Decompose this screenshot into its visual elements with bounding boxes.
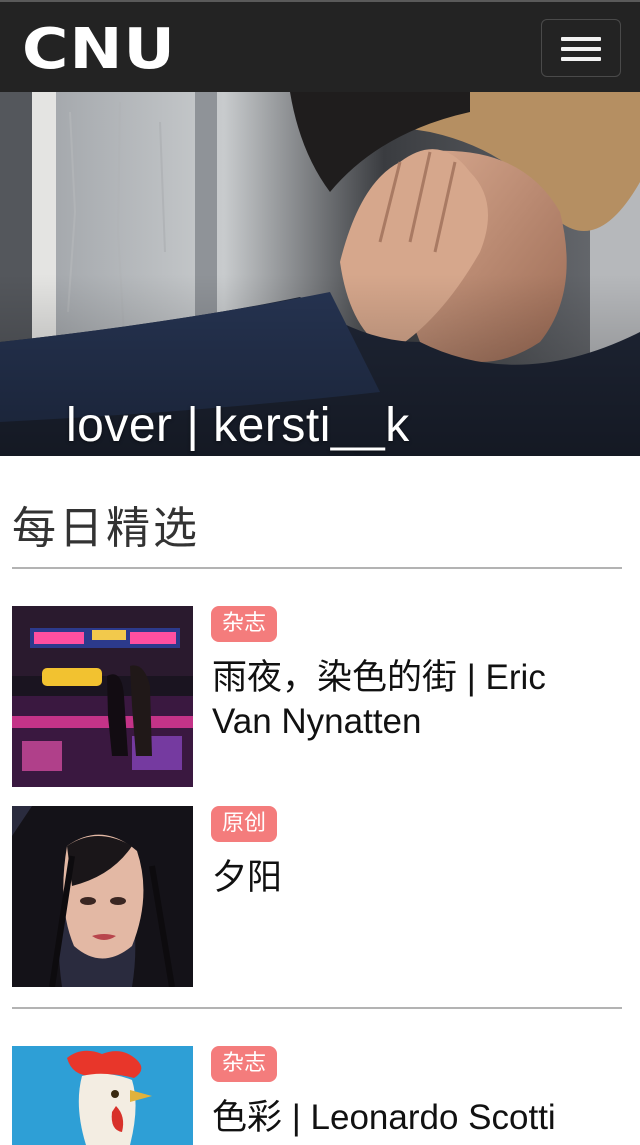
portrait-woman-photo — [12, 806, 193, 987]
article-tag[interactable]: 原创 — [211, 806, 278, 842]
article-title[interactable]: 夕阳 — [212, 856, 612, 900]
article-thumbnail[interactable] — [12, 806, 193, 987]
hamburger-menu-icon — [561, 37, 601, 41]
section-title: 每日精选 — [12, 503, 200, 554]
hero-caption[interactable]: lover | kersti__k — [66, 398, 410, 453]
article-title[interactable]: 色彩 | Leonardo Scotti — [212, 1096, 612, 1140]
article-tag[interactable]: 杂志 — [211, 1046, 278, 1082]
section-divider — [12, 567, 622, 569]
svg-text:CNU: CNU — [22, 22, 176, 74]
cnu-logo[interactable]: CNU — [22, 22, 178, 74]
article-thumbnail[interactable] — [12, 1046, 193, 1145]
article-tag[interactable]: 杂志 — [211, 606, 278, 642]
hamburger-menu-button[interactable] — [541, 19, 621, 77]
article-thumbnail[interactable] — [12, 606, 193, 787]
article-title[interactable]: 雨夜，染色的街 | Eric Van Nynatten — [212, 656, 612, 744]
hero-carousel[interactable]: lover | kersti__k — [0, 92, 640, 456]
list-divider — [12, 1007, 622, 1009]
rooster-photo — [12, 1046, 193, 1145]
neon-street-night-photo — [12, 606, 193, 787]
top-navbar: CNU — [0, 0, 640, 92]
